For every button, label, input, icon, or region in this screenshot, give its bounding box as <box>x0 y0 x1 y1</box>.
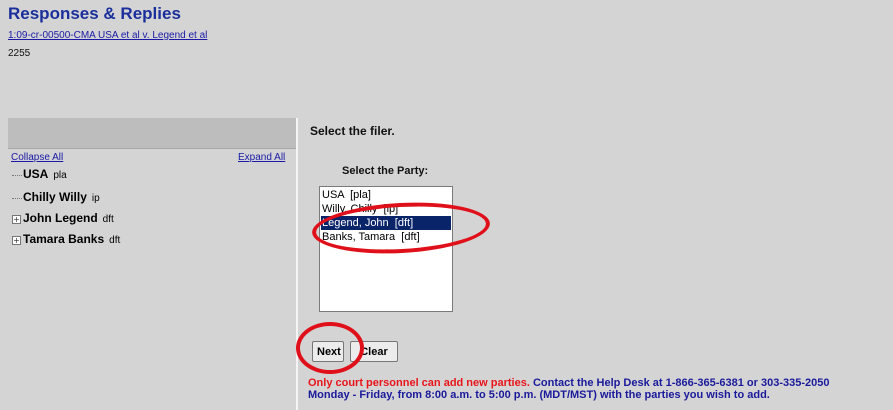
party-option[interactable]: USA [pla] <box>321 188 451 202</box>
tree-item-chilly-willy[interactable]: Chilly Willy ip <box>12 190 100 204</box>
tree-item-usa[interactable]: USA pla <box>12 167 67 181</box>
main-panel: Select the filer. Select the Party: USA … <box>298 118 893 410</box>
tree-item-john-legend[interactable]: + John Legend dft <box>12 211 114 225</box>
party-role: pla <box>53 170 67 181</box>
page-title: Responses & Replies <box>8 4 181 23</box>
notice-contact: Contact the Help Desk at 1-866-365-6381 … <box>529 377 830 389</box>
notice-warning: Only court personnel can add new parties… <box>308 377 530 389</box>
party-role: dft <box>109 235 121 246</box>
collapse-all-link[interactable]: Collapse All <box>11 152 63 163</box>
header: Responses & Replies 1:09-cr-00500-CMA US… <box>0 0 893 118</box>
party-role: ip <box>91 193 100 204</box>
expand-plus-icon[interactable]: + <box>12 214 21 224</box>
party-name: Chilly Willy <box>23 190 87 204</box>
case-number: 2255 <box>8 48 31 59</box>
case-link[interactable]: 1:09-cr-00500-CMA USA et al v. Legend et… <box>8 30 207 41</box>
tree-connector <box>12 197 22 199</box>
party-role: dft <box>102 214 114 225</box>
party-option-selected[interactable]: Legend, John [dft] <box>321 216 451 230</box>
party-option[interactable]: Banks, Tamara [dft] <box>321 230 451 244</box>
tree-item-tamara-banks[interactable]: + Tamara Banks dft <box>12 232 120 246</box>
expand-plus-icon[interactable]: + <box>12 235 21 245</box>
clear-button[interactable]: Clear <box>350 341 398 362</box>
party-select-label: Select the Party: <box>342 165 429 177</box>
party-name: John Legend <box>23 211 98 225</box>
party-option[interactable]: Willy, Chilly [ip] <box>321 202 451 216</box>
expand-all-link[interactable]: Expand All <box>238 152 285 163</box>
next-button[interactable]: Next <box>312 341 344 362</box>
help-notice: Only court personnel can add new parties… <box>308 377 830 401</box>
party-name: Tamara Banks <box>23 232 105 246</box>
party-name: USA <box>23 167 49 181</box>
notice-hours: Monday - Friday, from 8:00 a.m. to 5:00 … <box>308 389 770 401</box>
instruction-heading: Select the filer. <box>310 124 395 138</box>
party-listbox[interactable]: USA [pla] Willy, Chilly [ip] Legend, Joh… <box>319 186 453 312</box>
tree-connector <box>12 174 22 176</box>
tree-toolbar <box>8 118 296 149</box>
party-tree-panel: Collapse All Expand All USA pla Chilly Wi… <box>8 118 298 410</box>
